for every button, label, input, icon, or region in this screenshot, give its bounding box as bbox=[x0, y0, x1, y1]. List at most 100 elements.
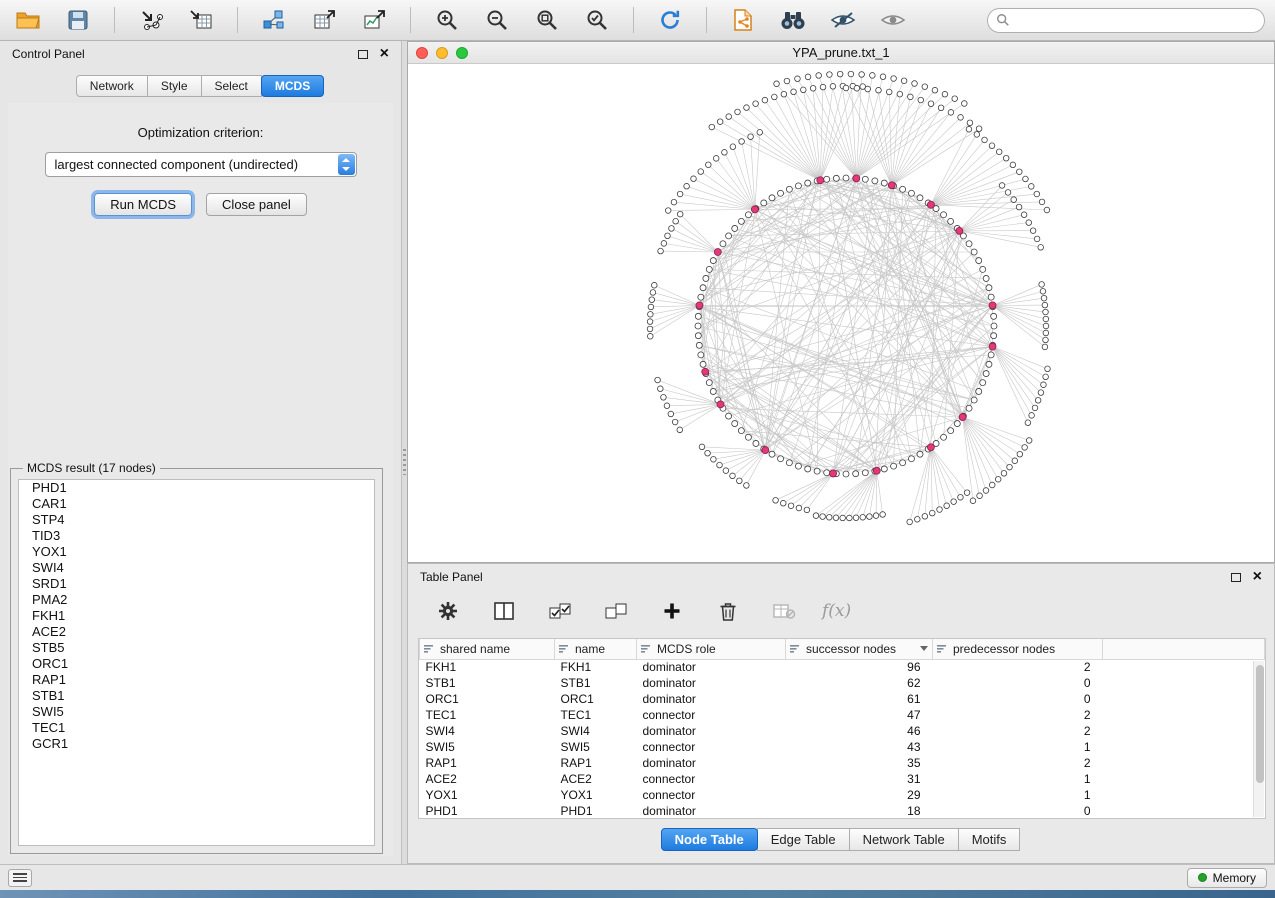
network-leaf-node[interactable] bbox=[1034, 236, 1040, 242]
cell-filler[interactable] bbox=[1103, 787, 1265, 803]
network-leaf-node[interactable] bbox=[1038, 245, 1044, 251]
column-header-shared-name[interactable]: shared name bbox=[420, 639, 555, 659]
network-leaf-node[interactable] bbox=[880, 512, 886, 518]
network-node[interactable] bbox=[795, 463, 801, 469]
network-leaf-node[interactable] bbox=[1023, 176, 1029, 182]
cell-mcds-role[interactable]: dominator bbox=[637, 691, 786, 707]
close-panel-icon[interactable]: × bbox=[1253, 571, 1262, 583]
cell-mcds-role[interactable]: dominator bbox=[637, 803, 786, 819]
network-dominator-node[interactable] bbox=[696, 302, 703, 309]
close-panel-icon[interactable]: × bbox=[380, 48, 389, 60]
network-leaf-node[interactable] bbox=[932, 87, 938, 93]
network-node[interactable] bbox=[805, 466, 811, 472]
network-node[interactable] bbox=[700, 285, 706, 291]
network-node[interactable] bbox=[695, 313, 701, 319]
network-node[interactable] bbox=[948, 428, 954, 434]
network-leaf-node[interactable] bbox=[774, 81, 780, 87]
mcds-result-item[interactable]: FKH1 bbox=[19, 608, 374, 624]
save-session-button[interactable] bbox=[60, 4, 96, 36]
network-leaf-node[interactable] bbox=[651, 282, 657, 288]
cell-name[interactable]: RAP1 bbox=[555, 755, 637, 771]
network-leaf-node[interactable] bbox=[1041, 382, 1047, 388]
network-leaf-node[interactable] bbox=[1038, 390, 1044, 396]
table-row[interactable]: TEC1TEC1connector472 bbox=[420, 707, 1265, 723]
network-leaf-node[interactable] bbox=[730, 473, 736, 479]
network-node[interactable] bbox=[991, 333, 997, 339]
zoom-in-button[interactable] bbox=[429, 4, 465, 36]
search-network-button[interactable] bbox=[775, 4, 811, 36]
network-leaf-node[interactable] bbox=[820, 84, 826, 90]
tab-network[interactable]: Network bbox=[76, 75, 148, 97]
cell-mcds-role[interactable]: connector bbox=[637, 771, 786, 787]
cell-shared-name[interactable]: FKH1 bbox=[420, 659, 555, 675]
network-leaf-node[interactable] bbox=[865, 86, 871, 92]
cell-predecessor-nodes[interactable]: 2 bbox=[933, 755, 1103, 771]
network-node[interactable] bbox=[881, 466, 887, 472]
network-leaf-node[interactable] bbox=[647, 326, 653, 332]
network-leaf-node[interactable] bbox=[886, 89, 892, 95]
network-leaf-node[interactable] bbox=[1025, 420, 1031, 426]
network-node[interactable] bbox=[941, 212, 947, 218]
network-leaf-node[interactable] bbox=[795, 76, 801, 82]
cell-filler[interactable] bbox=[1103, 739, 1265, 755]
mcds-result-item[interactable]: SRD1 bbox=[19, 576, 374, 592]
network-leaf-node[interactable] bbox=[1026, 438, 1032, 444]
cell-successor-nodes[interactable]: 35 bbox=[786, 755, 933, 771]
network-node[interactable] bbox=[891, 463, 897, 469]
network-leaf-node[interactable] bbox=[691, 176, 697, 182]
network-leaf-node[interactable] bbox=[762, 97, 768, 103]
cell-shared-name[interactable]: YOX1 bbox=[420, 787, 555, 803]
network-leaf-node[interactable] bbox=[655, 377, 661, 383]
mcds-result-list[interactable]: PHD1CAR1STP4TID3YOX1SWI4SRD1PMA2FKH1ACE2… bbox=[18, 479, 375, 846]
network-node[interactable] bbox=[954, 421, 960, 427]
table-row[interactable]: YOX1YOX1connector291 bbox=[420, 787, 1265, 803]
network-leaf-node[interactable] bbox=[744, 105, 750, 111]
cell-filler[interactable] bbox=[1103, 755, 1265, 771]
network-leaf-node[interactable] bbox=[1030, 228, 1036, 234]
network-dominator-node[interactable] bbox=[989, 302, 996, 309]
network-node[interactable] bbox=[862, 470, 868, 476]
network-leaf-node[interactable] bbox=[974, 132, 980, 138]
mcds-result-item[interactable]: GCR1 bbox=[19, 736, 374, 752]
function-builder-button[interactable]: f(x) bbox=[822, 601, 851, 621]
cell-shared-name[interactable]: ORC1 bbox=[420, 691, 555, 707]
network-leaf-node[interactable] bbox=[668, 411, 674, 417]
network-node[interactable] bbox=[710, 388, 716, 394]
network-leaf-node[interactable] bbox=[748, 134, 754, 140]
network-leaf-node[interactable] bbox=[848, 71, 854, 77]
window-close-traffic-light[interactable] bbox=[416, 47, 428, 59]
network-leaf-node[interactable] bbox=[1043, 323, 1049, 329]
network-leaf-node[interactable] bbox=[684, 183, 690, 189]
network-leaf-node[interactable] bbox=[677, 191, 683, 197]
network-leaf-node[interactable] bbox=[772, 94, 778, 100]
network-leaf-node[interactable] bbox=[1043, 316, 1049, 322]
cell-filler[interactable] bbox=[1103, 691, 1265, 707]
table-row[interactable]: SWI4SWI4dominator462 bbox=[420, 723, 1265, 739]
network-leaf-node[interactable] bbox=[908, 94, 914, 100]
criterion-dropdown[interactable]: largest connected component (undirected) bbox=[45, 152, 357, 177]
network-dominator-node[interactable] bbox=[873, 467, 880, 474]
network-leaf-node[interactable] bbox=[1012, 458, 1018, 464]
network-node[interactable] bbox=[872, 178, 878, 184]
network-dominator-node[interactable] bbox=[888, 182, 895, 189]
cell-shared-name[interactable]: SWI4 bbox=[420, 723, 555, 739]
mcds-result-item[interactable]: TEC1 bbox=[19, 720, 374, 736]
network-leaf-node[interactable] bbox=[1010, 162, 1016, 168]
network-leaf-node[interactable] bbox=[962, 101, 968, 107]
network-dominator-node[interactable] bbox=[702, 368, 709, 375]
network-leaf-node[interactable] bbox=[804, 507, 810, 513]
table-scrollbar[interactable] bbox=[1253, 661, 1264, 817]
network-leaf-node[interactable] bbox=[1001, 471, 1007, 477]
table-row[interactable]: FKH1FKH1dominator962 bbox=[420, 659, 1265, 675]
network-node[interactable] bbox=[769, 451, 775, 457]
network-leaf-node[interactable] bbox=[648, 304, 654, 310]
cell-name[interactable]: SWI5 bbox=[555, 739, 637, 755]
network-node[interactable] bbox=[976, 388, 982, 394]
network-leaf-node[interactable] bbox=[970, 498, 976, 504]
network-leaf-node[interactable] bbox=[1005, 190, 1011, 196]
cell-predecessor-nodes[interactable]: 0 bbox=[933, 691, 1103, 707]
network-node[interactable] bbox=[833, 175, 839, 181]
cell-name[interactable]: FKH1 bbox=[555, 659, 637, 675]
cell-successor-nodes[interactable]: 62 bbox=[786, 675, 933, 691]
network-leaf-node[interactable] bbox=[788, 503, 794, 509]
